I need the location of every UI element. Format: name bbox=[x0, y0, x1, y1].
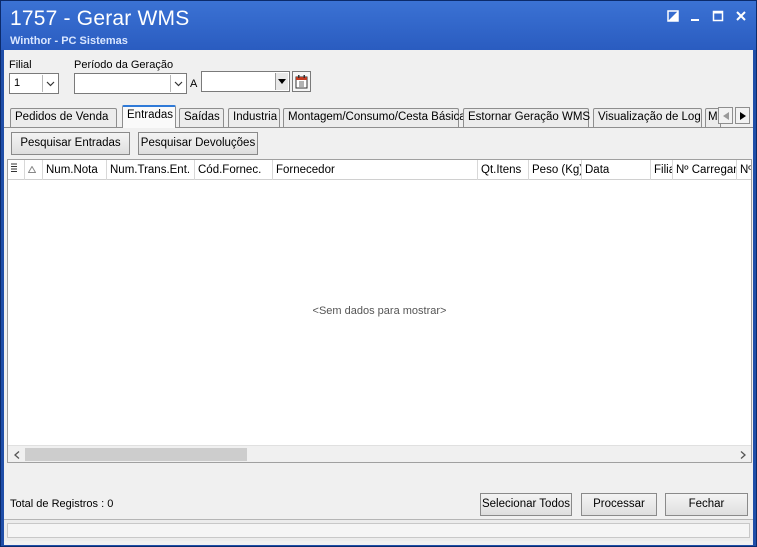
column-header[interactable]: Num.Trans.Ent. bbox=[107, 160, 195, 180]
filial-label: Filial bbox=[9, 59, 32, 71]
tab-label: Industria bbox=[233, 111, 278, 123]
chevron-down-icon[interactable] bbox=[42, 75, 57, 92]
column-chooser-icon[interactable] bbox=[8, 160, 25, 180]
tab-saidas[interactable]: Saídas bbox=[179, 108, 224, 127]
pesquisar-devolucoes-button[interactable]: Pesquisar Devoluções bbox=[138, 132, 258, 155]
horizontal-scrollbar[interactable] bbox=[8, 445, 751, 462]
scrollbar-thumb[interactable] bbox=[25, 448, 247, 461]
periodo-label: Período da Geração bbox=[74, 59, 174, 71]
button-label: Selecionar Todos bbox=[481, 498, 570, 510]
total-value: 0 bbox=[107, 498, 114, 510]
tab-scroll-right-icon[interactable] bbox=[735, 107, 750, 124]
restore-layout-icon[interactable] bbox=[665, 9, 681, 25]
minimize-icon[interactable] bbox=[687, 9, 703, 25]
sort-indicator-icon[interactable] bbox=[25, 160, 43, 180]
tab-pedidos-de-venda[interactable]: Pedidos de Venda bbox=[10, 108, 117, 127]
tab-entradas[interactable]: Entradas bbox=[122, 105, 176, 128]
button-label: Processar bbox=[593, 498, 645, 510]
scroll-right-icon[interactable] bbox=[734, 446, 751, 463]
button-label: Fechar bbox=[688, 498, 725, 510]
column-header[interactable]: Fornecedor bbox=[273, 160, 478, 180]
column-header[interactable]: Nº bbox=[737, 160, 751, 180]
column-header[interactable]: Data bbox=[582, 160, 651, 180]
processar-button[interactable]: Processar bbox=[581, 493, 657, 516]
tab-montagem-consumo[interactable]: Montagem/Consumo/Cesta Básica bbox=[283, 108, 466, 127]
periodo-from-date[interactable] bbox=[74, 73, 187, 94]
grid-header: Num.Nota Num.Trans.Ent. Cód.Fornec. Forn… bbox=[8, 160, 751, 180]
tab-estornar-geracao-wms[interactable]: Estornar Geração WMS bbox=[463, 108, 591, 127]
tab-visualizacao-de-log[interactable]: Visualização de Log bbox=[593, 108, 702, 127]
periodo-separator: A bbox=[190, 78, 198, 90]
fechar-button[interactable]: Fechar bbox=[665, 493, 748, 516]
tab-industria[interactable]: Industria bbox=[228, 108, 280, 127]
client-area: Filial 1 Período da Geração A Pedidos de… bbox=[4, 50, 753, 545]
window-title: 1757 - Gerar WMS bbox=[10, 7, 190, 30]
calendar-icon[interactable] bbox=[292, 71, 311, 92]
app-window: 1757 - Gerar WMS Winthor - PC Sistemas F… bbox=[0, 0, 757, 547]
tab-label: M bbox=[708, 111, 718, 123]
entradas-grid: Num.Nota Num.Trans.Ent. Cód.Fornec. Forn… bbox=[7, 159, 752, 463]
maximize-icon[interactable] bbox=[710, 9, 726, 25]
tab-scroll-left-icon[interactable] bbox=[718, 107, 733, 124]
window-subtitle: Winthor - PC Sistemas bbox=[10, 35, 128, 47]
column-header[interactable]: Nº Carregam bbox=[673, 160, 737, 180]
column-header[interactable]: Qt.Itens bbox=[478, 160, 529, 180]
tab-label: Entradas bbox=[127, 109, 174, 121]
tab-label: Estornar Geração WMS bbox=[468, 111, 591, 123]
total-registros-label: Total de Registros : 0 bbox=[10, 498, 113, 510]
close-icon[interactable] bbox=[733, 9, 749, 25]
button-label: Pesquisar Devoluções bbox=[140, 137, 256, 149]
total-label-text: Total de Registros : bbox=[10, 498, 105, 510]
title-bar: 1757 - Gerar WMS Winthor - PC Sistemas bbox=[1, 1, 756, 50]
periodo-to-date[interactable] bbox=[201, 71, 290, 92]
selecionar-todos-button[interactable]: Selecionar Todos bbox=[480, 493, 572, 516]
empty-grid-message: <Sem dados para mostrar> bbox=[312, 305, 447, 317]
tab-label: Saídas bbox=[184, 111, 220, 123]
button-label: Pesquisar Entradas bbox=[20, 137, 121, 149]
column-header[interactable]: Peso (Kg) bbox=[529, 160, 582, 180]
column-header[interactable]: Num.Nota bbox=[43, 160, 107, 180]
status-bar bbox=[4, 519, 753, 541]
scroll-left-icon[interactable] bbox=[8, 446, 25, 463]
column-header[interactable]: Cód.Fornec. bbox=[195, 160, 273, 180]
tab-strip: Pedidos de Venda Entradas Saídas Industr… bbox=[4, 105, 753, 128]
tab-label: Pedidos de Venda bbox=[15, 111, 109, 123]
column-header[interactable]: Filia bbox=[651, 160, 673, 180]
filial-value: 1 bbox=[14, 77, 21, 89]
pesquisar-entradas-button[interactable]: Pesquisar Entradas bbox=[11, 132, 130, 155]
dropdown-arrow-icon[interactable] bbox=[275, 73, 288, 90]
filial-select[interactable]: 1 bbox=[9, 73, 59, 94]
tab-label: Visualização de Log bbox=[598, 111, 701, 123]
status-panel bbox=[7, 523, 750, 538]
entradas-panel: Pesquisar Entradas Pesquisar Devoluções … bbox=[4, 127, 753, 519]
chevron-down-icon[interactable] bbox=[170, 75, 185, 92]
tab-label: Montagem/Consumo/Cesta Básica bbox=[288, 111, 466, 123]
